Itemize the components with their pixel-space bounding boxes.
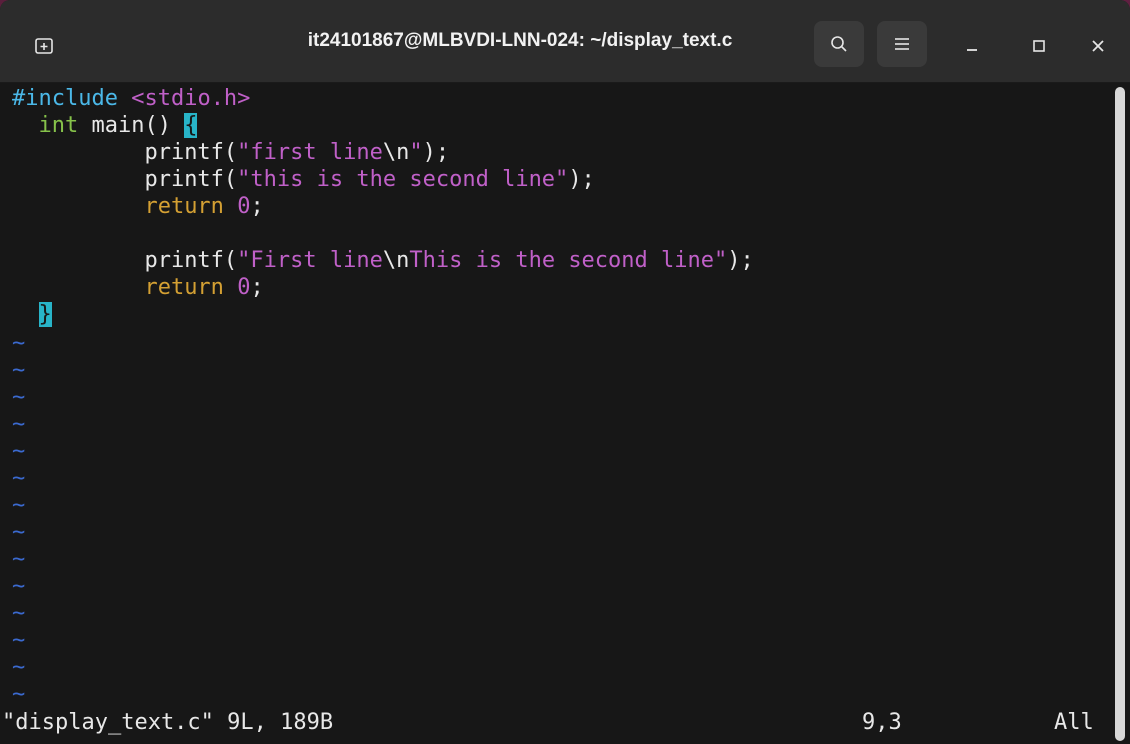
scrollbar[interactable] <box>1112 83 1130 744</box>
close-button[interactable] <box>1080 28 1116 64</box>
return-keyword: return <box>144 275 224 300</box>
empty-line-tilde: ~ <box>12 547 26 572</box>
new-tab-button[interactable] <box>20 24 68 68</box>
code-line-3: printf("first line\n"); <box>12 139 449 166</box>
statement-end: ); <box>727 248 754 273</box>
empty-line-tilde: ~ <box>12 358 26 383</box>
code-line-7: printf("First line\nThis is the second l… <box>12 247 754 274</box>
vim-status-line: "display_text.c" 9L, 189B 9,3 All <box>0 705 1112 741</box>
empty-line-tilde: ~ <box>12 601 26 626</box>
close-icon <box>1092 40 1104 52</box>
empty-line-tilde: ~ <box>12 439 26 464</box>
minimize-button[interactable] <box>954 28 990 64</box>
terminal-window: it24101867@MLBVDI-LNN-024: ~/display_tex… <box>0 0 1130 744</box>
empty-line-tilde: ~ <box>12 493 26 518</box>
scroll-indicator: All <box>1054 710 1094 735</box>
return-keyword: return <box>144 194 224 219</box>
empty-line-tilde: ~ <box>12 331 26 356</box>
empty-line-tilde: ~ <box>12 385 26 410</box>
string-literal: "First line <box>237 248 383 273</box>
include-header: <stdio.h> <box>131 86 251 111</box>
statement-end: ; <box>250 194 264 219</box>
string-literal: "first line <box>237 140 383 165</box>
type-keyword: int <box>38 113 79 138</box>
window-title: it24101867@MLBVDI-LNN-024: ~/display_tex… <box>307 30 733 51</box>
menu-button[interactable] <box>877 21 927 67</box>
code-line-8: return 0; <box>12 274 264 301</box>
empty-line-tilde: ~ <box>12 574 26 599</box>
code-line-9: } <box>12 301 52 328</box>
escape-sequence: \n <box>382 248 410 273</box>
number-literal: 0 <box>237 194 251 219</box>
function-call: printf( <box>144 167 238 192</box>
code-line-5: return 0; <box>12 193 264 220</box>
code-line-1: #include <stdio.h> <box>12 85 250 112</box>
escape-sequence: \n <box>382 140 410 165</box>
string-literal: " <box>409 140 423 165</box>
empty-line-tilde: ~ <box>12 682 26 707</box>
new-tab-icon <box>35 38 53 54</box>
statement-end: ); <box>568 167 595 192</box>
string-literal: "this is the second line" <box>237 167 569 192</box>
preprocessor-directive: #include <box>12 86 118 111</box>
file-info: "display_text.c" 9L, 189B <box>2 710 334 735</box>
empty-line-tilde: ~ <box>12 466 26 491</box>
function-call: printf( <box>144 140 238 165</box>
statement-end: ; <box>250 275 264 300</box>
scrollbar-thumb[interactable] <box>1115 87 1125 741</box>
empty-line-tilde: ~ <box>12 628 26 653</box>
title-bar: it24101867@MLBVDI-LNN-024: ~/display_tex… <box>0 0 1130 83</box>
search-icon <box>831 36 847 52</box>
number-literal: 0 <box>237 275 251 300</box>
empty-line-tilde: ~ <box>12 655 26 680</box>
empty-line-tilde: ~ <box>12 520 26 545</box>
search-button[interactable] <box>814 21 864 67</box>
code-line-2: int main() { <box>12 112 198 139</box>
maximize-button[interactable] <box>1021 28 1057 64</box>
maximize-icon <box>1033 40 1045 52</box>
close-brace-cursor: } <box>38 302 52 327</box>
empty-line-tilde: ~ <box>12 412 26 437</box>
statement-end: ); <box>422 140 450 165</box>
code-line-4: printf("this is the second line"); <box>12 166 595 193</box>
hamburger-menu-icon <box>895 38 909 50</box>
function-call: printf( <box>144 248 238 273</box>
function-signature: main() <box>78 113 185 138</box>
cursor-position: 9,3 <box>862 710 902 735</box>
vim-editor[interactable]: #include <stdio.h> int main() { printf("… <box>0 83 1112 744</box>
minimize-icon <box>967 49 977 51</box>
string-literal: This is the second line" <box>409 248 728 273</box>
open-brace-match: { <box>184 113 198 138</box>
